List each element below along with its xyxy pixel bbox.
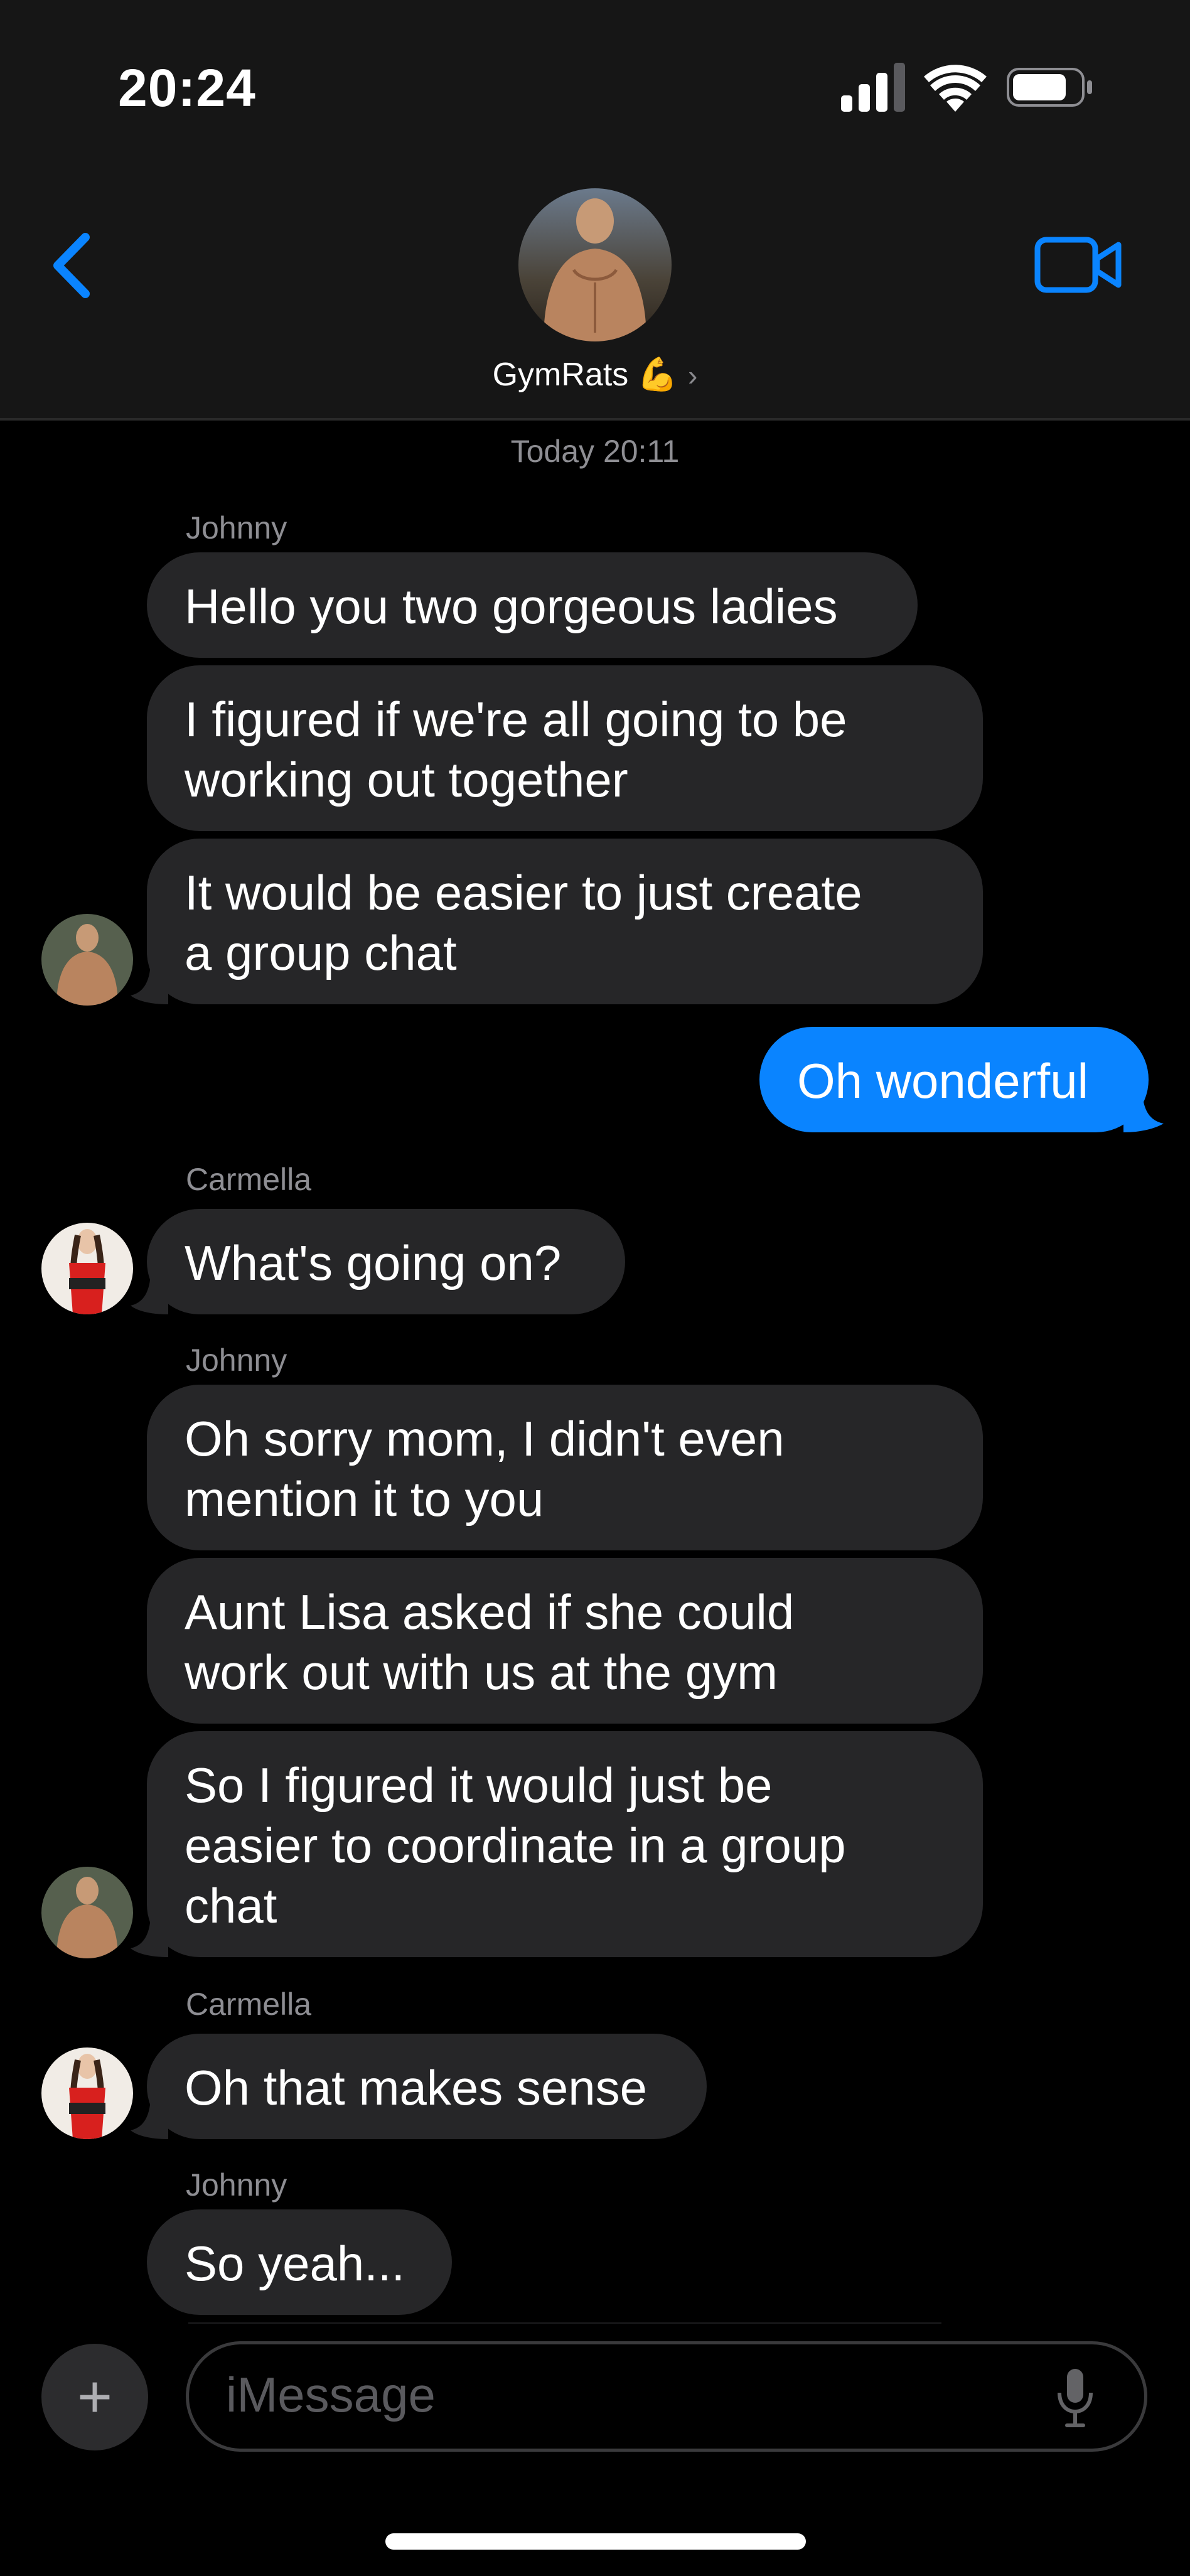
group-name[interactable]: GymRats 💪 › (0, 355, 1190, 394)
video-camera-icon[interactable] (1034, 235, 1122, 295)
avatar (41, 1867, 133, 1958)
message-bubble[interactable]: I figured if we're all going to be worki… (147, 665, 983, 831)
sender-name: Carmella (186, 1162, 312, 1197)
avatar (41, 914, 133, 1006)
sender-name: Johnny (186, 510, 287, 545)
message-bubble[interactable]: So I figured it would just be easier to … (147, 1731, 983, 1957)
message-bubble[interactable]: Oh sorry mom, I didn't even mention it t… (147, 1385, 983, 1550)
message-bubble[interactable]: It would be easier to just create a grou… (147, 839, 983, 1004)
avatar (41, 1223, 133, 1314)
bubble-tail (1123, 1092, 1164, 1132)
status-time: 20:24 (118, 58, 256, 117)
bubble-tail (131, 964, 168, 1004)
message-bubble[interactable]: Oh that makes sense (147, 2034, 707, 2139)
composer-divider (188, 2322, 941, 2324)
group-avatar[interactable] (518, 188, 672, 341)
back-chevron-icon[interactable] (46, 231, 97, 300)
sender-name: Johnny (186, 2167, 287, 2203)
battery-icon (1007, 68, 1092, 107)
flexed-biceps-emoji: 💪 (637, 357, 678, 393)
header-divider (0, 418, 1190, 421)
home-indicator[interactable] (385, 2533, 806, 2550)
chevron-right-icon: › (688, 359, 698, 392)
message-bubble-outgoing[interactable]: Oh wonderful (759, 1027, 1149, 1132)
microphone-icon[interactable] (1057, 2368, 1093, 2428)
message-bubble[interactable]: Hello you two gorgeous ladies (147, 552, 918, 658)
add-attachment-button[interactable]: + (41, 2344, 148, 2450)
sender-name: Johnny (186, 1343, 287, 1378)
bubble-tail (131, 2099, 168, 2139)
conversation-timestamp: Today 20:11 (510, 434, 680, 469)
group-name-label: GymRats (492, 357, 629, 393)
message-bubble[interactable]: Aunt Lisa asked if she could work out wi… (147, 1558, 983, 1724)
message-bubble[interactable]: What's going on? (147, 1209, 625, 1314)
message-bubble[interactable]: So yeah... (147, 2209, 452, 2315)
bubble-tail (131, 1917, 168, 1957)
plus-icon: + (77, 2363, 113, 2430)
wifi-icon (924, 65, 987, 112)
sender-name: Carmella (186, 1987, 312, 2022)
bubble-tail (131, 1274, 168, 1314)
message-input-placeholder: iMessage (226, 2367, 436, 2422)
cellular-signal-icon (841, 63, 905, 112)
avatar (41, 2047, 133, 2139)
